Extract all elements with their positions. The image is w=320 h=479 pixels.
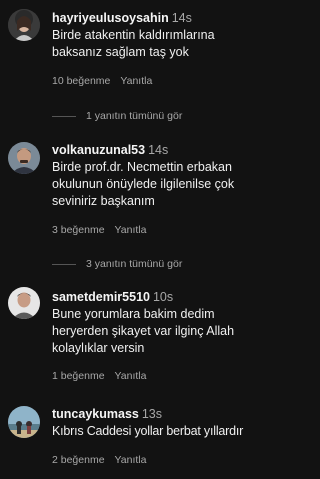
comment-item: volkanuzunal53 14s Birde prof.dr. Necmett…: [0, 140, 274, 240]
reply-button[interactable]: Yanıtla: [120, 75, 152, 87]
timestamp: 13s: [141, 407, 163, 421]
timestamp: 14s: [171, 11, 192, 25]
like-count[interactable]: 3 beğenme: [52, 224, 105, 236]
divider: [52, 263, 76, 265]
comment-item: sametdemir5510 10s Bune yorumlara bakim d…: [0, 287, 274, 387]
view-replies-label[interactable]: 3 yanıtın tümünü gör: [86, 258, 182, 270]
like-count[interactable]: 10 beğenme: [52, 75, 110, 87]
like-count[interactable]: 2 beğenme: [52, 454, 105, 466]
reply-button[interactable]: Yanıtla: [115, 224, 147, 236]
comment-item: hayriyeulusoysahin 14s Birde atakentin ka…: [0, 6, 274, 96]
comment-item: tuncaykumass 13s Kıbrıs Caddesi yollar be…: [0, 404, 274, 474]
username[interactable]: tuncaykumass: [52, 407, 139, 421]
comment-header: volkanuzunal53 14s: [52, 142, 270, 158]
comment-header: hayriyeulusoysahin 14s: [52, 10, 270, 26]
username[interactable]: volkanuzunal53: [52, 143, 145, 157]
comment-text: Birde atakentin kaldırımlarına baksanız …: [52, 28, 215, 59]
view-replies-link[interactable]: 1 yanıtın tümünü gör: [52, 108, 274, 124]
comment-text: Birde prof.dr. Necmettin erbakan okulunu…: [52, 160, 235, 208]
reply-button[interactable]: Yanıtla: [115, 454, 147, 466]
comment-meta: 1 beğenme Yanıtla: [52, 369, 270, 383]
avatar[interactable]: [8, 142, 40, 174]
comment-text: Bune yorumlara bakim dedim heryerden şik…: [52, 307, 235, 355]
avatar[interactable]: [8, 406, 40, 438]
comment-text: Kıbrıs Caddesi yollar berbat yıllardır: [52, 424, 244, 438]
comment-header: tuncaykumass 13s: [52, 406, 270, 422]
view-replies-label[interactable]: 1 yanıtın tümünü gör: [86, 110, 182, 122]
reply-button[interactable]: Yanıtla: [115, 370, 147, 382]
comment-meta: 3 beğenme Yanıtla: [52, 223, 270, 237]
like-count[interactable]: 1 beğenme: [52, 370, 105, 382]
avatar[interactable]: [8, 287, 40, 319]
comment-header: sametdemir5510 10s: [52, 289, 270, 305]
view-replies-link[interactable]: 3 yanıtın tümünü gör: [52, 256, 274, 272]
comment-meta: 10 beğenme Yanıtla: [52, 74, 270, 88]
avatar[interactable]: [8, 9, 40, 41]
timestamp: 10s: [152, 290, 174, 304]
timestamp: 14s: [148, 143, 169, 157]
divider: [52, 115, 76, 117]
comment-meta: 2 beğenme Yanıtla: [52, 453, 270, 467]
username[interactable]: hayriyeulusoysahin: [52, 11, 169, 25]
username[interactable]: sametdemir5510: [52, 290, 150, 304]
